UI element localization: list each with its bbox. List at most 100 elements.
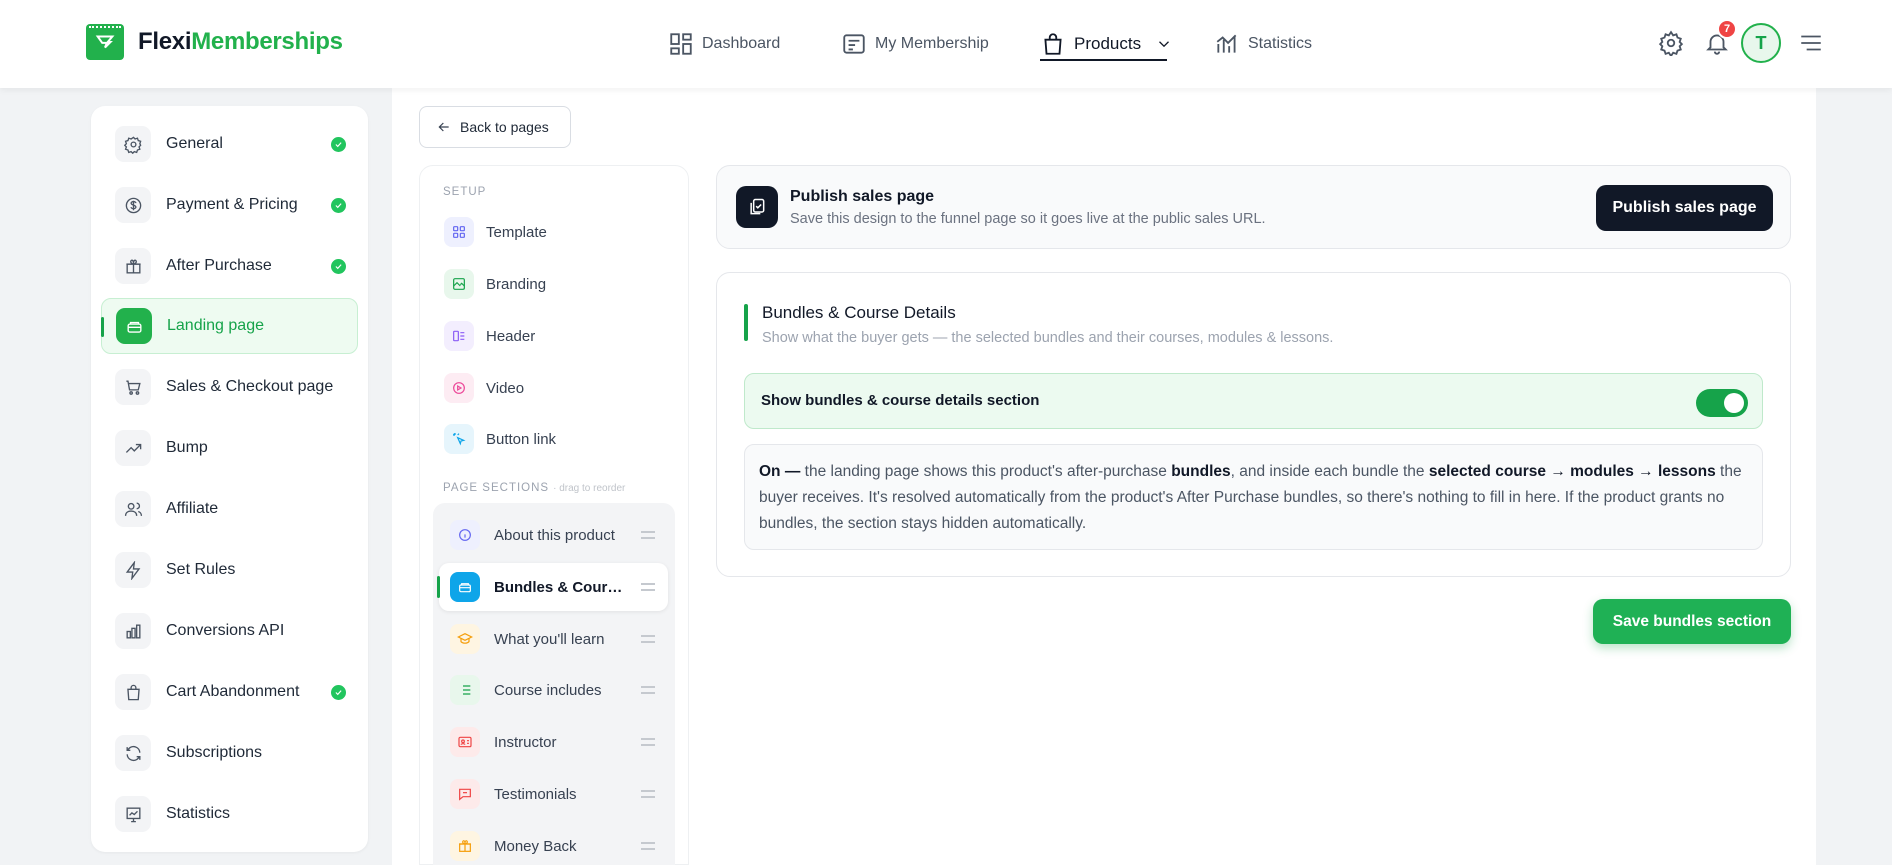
palette-icon (444, 269, 474, 299)
pointer-icon (444, 424, 474, 454)
landing-page-icon (116, 308, 152, 344)
active-nav-underline (1040, 59, 1167, 61)
check-icon (331, 136, 346, 152)
brand-name: FlexiMemberships (138, 28, 343, 55)
sidebar-item-label: Sales & Checkout page (166, 378, 334, 395)
drag-handle-icon[interactable] (641, 842, 655, 850)
bundles-course-details-card: Bundles & Course Details Show what the b… (716, 272, 1791, 577)
sidebar-item-label: Statistics (166, 805, 231, 822)
nav-products[interactable]: Products (1040, 0, 1173, 88)
section-item-what-youll-learn[interactable]: What you'll learn (439, 615, 668, 663)
product-settings-sidebar: General Payment & Pricing After Purchase… (91, 106, 368, 852)
sidebar-item-label: Set Rules (166, 561, 236, 578)
publish-sales-page-button[interactable]: Publish sales page (1596, 185, 1773, 231)
section-item-bundles[interactable]: Bundles & Course Details (437, 563, 668, 611)
setup-item-label: Branding (486, 275, 547, 293)
bag-icon (115, 674, 151, 710)
play-icon (444, 373, 474, 403)
setup-item-template[interactable]: Template (444, 216, 547, 248)
setup-item-label: Video (486, 379, 525, 397)
sidebar-item-landing-page[interactable]: Landing page (101, 298, 358, 354)
check-icon (331, 197, 346, 213)
drag-handle-icon[interactable] (641, 686, 655, 694)
show-section-toggle[interactable] (1696, 389, 1748, 417)
chart-icon (115, 796, 151, 832)
box-icon (450, 572, 480, 602)
users-icon (115, 491, 151, 527)
setup-item-label: Header (486, 327, 536, 345)
logo-icon (86, 24, 124, 60)
graduation-icon (450, 624, 480, 654)
section-item-label: Bundles & Course Details (494, 578, 629, 596)
details-subtitle: Show what the buyer gets — the selected … (762, 330, 1334, 346)
sidebar-item-statistics[interactable]: Statistics (101, 786, 358, 842)
nav-label: Products (1074, 34, 1142, 53)
sidebar-item-label: Cart Abandonment (166, 683, 300, 700)
drag-handle-icon[interactable] (641, 531, 655, 539)
sidebar-item-label: Conversions API (166, 622, 285, 639)
drag-handle-icon[interactable] (641, 738, 655, 746)
sidebar-item-set-rules[interactable]: Set Rules (101, 542, 358, 598)
toggle-label: Show bundles & course details section (761, 392, 1040, 409)
sidebar-item-label: Subscriptions (166, 744, 263, 761)
drag-handle-icon[interactable] (641, 635, 655, 643)
sidebar-item-label: Landing page (167, 317, 264, 334)
bar-chart-icon (1216, 34, 1237, 53)
menu-button[interactable] (1796, 28, 1826, 58)
nav-my-membership[interactable]: My Membership (841, 0, 989, 88)
sidebar-item-sales-checkout[interactable]: Sales & Checkout page (101, 359, 358, 415)
nav-label: Dashboard (702, 35, 781, 52)
nav-dashboard[interactable]: Dashboard (668, 0, 780, 88)
setup-item-video[interactable]: Video (444, 372, 524, 404)
setup-item-header[interactable]: Header (444, 320, 535, 352)
setup-item-label: Template (486, 223, 547, 241)
membership-icon (843, 34, 865, 54)
section-item-label: Testimonials (494, 785, 577, 803)
nav-label: Statistics (1248, 35, 1313, 52)
publish-subtitle: Save this design to the funnel page so i… (790, 211, 1266, 227)
gear-icon (115, 126, 151, 162)
arrow-left-icon (438, 122, 449, 132)
drag-handle-icon[interactable] (641, 583, 655, 591)
sidebar-item-affiliate[interactable]: Affiliate (101, 481, 358, 537)
back-to-pages-button[interactable]: Back to pages (419, 106, 571, 148)
section-accent-bar (744, 304, 748, 341)
nav-statistics[interactable]: Statistics (1214, 0, 1312, 88)
section-item-money-back[interactable]: Money Back (439, 822, 668, 865)
shopping-bag-icon (1044, 33, 1062, 55)
drag-handle-icon[interactable] (641, 790, 655, 798)
user-avatar[interactable]: T (1741, 23, 1781, 63)
section-item-testimonials[interactable]: Testimonials (439, 770, 668, 818)
save-bundles-section-button[interactable]: Save bundles section (1593, 599, 1791, 644)
sidebar-item-general[interactable]: General (101, 116, 358, 172)
setup-item-button-link[interactable]: Button link (444, 423, 556, 455)
details-title: Bundles & Course Details (762, 303, 956, 322)
chevron-down-icon (1159, 41, 1170, 48)
setup-item-branding[interactable]: Branding (444, 268, 546, 300)
section-item-about[interactable]: About this product (439, 511, 668, 559)
sidebar-item-conversions-api[interactable]: Conversions API (101, 603, 358, 659)
section-item-instructor[interactable]: Instructor (439, 718, 668, 766)
top-navigation-bar: FlexiMemberships Dashboard My Membership… (0, 0, 1892, 88)
sidebar-item-payment-pricing[interactable]: Payment & Pricing (101, 177, 358, 233)
setup-item-label: Button link (486, 430, 557, 448)
dashboard-icon (670, 33, 692, 55)
dollar-icon (115, 187, 151, 223)
sidebar-item-bump[interactable]: Bump (101, 420, 358, 476)
clipboard-check-icon (736, 186, 778, 228)
sidebar-item-after-purchase[interactable]: After Purchase (101, 238, 358, 294)
chat-icon (450, 779, 480, 809)
gift-icon (450, 831, 480, 861)
nav-label: My Membership (875, 35, 989, 52)
publish-sales-page-card: Publish sales page Save this design to t… (716, 165, 1791, 249)
section-item-label: Course includes (494, 681, 602, 699)
setup-section-label: SETUP (443, 186, 487, 198)
header-icon (444, 321, 474, 351)
settings-button[interactable] (1656, 28, 1686, 58)
sidebar-item-cart-abandonment[interactable]: Cart Abandonment (101, 664, 358, 720)
section-item-course-includes[interactable]: Course includes (439, 666, 668, 714)
app-logo[interactable]: FlexiMemberships (86, 24, 343, 60)
sidebar-item-subscriptions[interactable]: Subscriptions (101, 725, 358, 781)
notification-badge: 7 (1717, 19, 1737, 39)
section-item-label: Instructor (494, 733, 557, 751)
